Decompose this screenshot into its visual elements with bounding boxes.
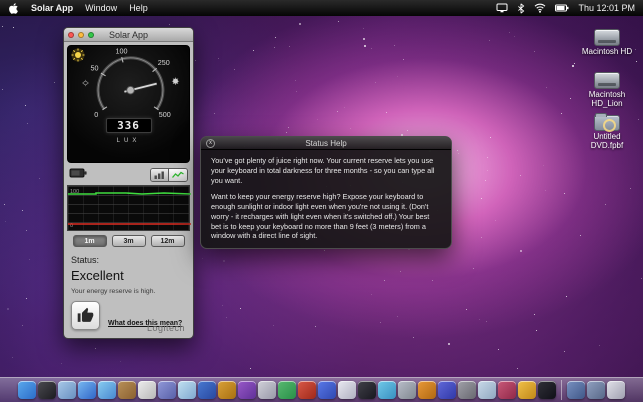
- time-range-buttons: 1m 3m 12m: [64, 235, 193, 247]
- lux-readout: 336: [106, 118, 152, 133]
- dock-icon-app-27[interactable]: [538, 381, 556, 399]
- bright-sun-icon: [172, 78, 179, 85]
- dock-icon-app-9[interactable]: [178, 381, 196, 399]
- desktop-icon-label: Untitled DVD.fpbf: [578, 133, 636, 151]
- dock-icon-dashboard[interactable]: [38, 381, 56, 399]
- display-icon[interactable]: [496, 3, 508, 13]
- dock-icon-app-12[interactable]: [238, 381, 256, 399]
- gauge-tick-100: 100: [116, 47, 128, 55]
- bluetooth-icon[interactable]: [517, 3, 525, 14]
- solar-app-window: Solar App 0 50 100: [63, 27, 194, 339]
- dock-icon-app-3[interactable]: [58, 381, 76, 399]
- help-paragraph-2: Want to keep your energy reserve high? E…: [211, 192, 441, 241]
- dock-icon-app-6[interactable]: [118, 381, 136, 399]
- bar-chart-button[interactable]: [151, 169, 169, 181]
- dock-icon-app-13[interactable]: [258, 381, 276, 399]
- thumbs-up-icon: [71, 301, 100, 330]
- dock-icon-app-21[interactable]: [418, 381, 436, 399]
- lux-unit-label: LUX: [68, 138, 189, 144]
- lux-gauge-panel: 0 50 100 250 500 336 LUX: [67, 45, 190, 163]
- dock-icon-app-23[interactable]: [458, 381, 476, 399]
- range-12m-button[interactable]: 12m: [151, 235, 185, 247]
- status-help-title: Status Help: [201, 139, 451, 148]
- dock-icon-app-7[interactable]: [138, 381, 156, 399]
- history-graph: 100 0: [67, 185, 190, 231]
- gauge-tick-500: 500: [159, 110, 171, 119]
- dock-icon-app-8[interactable]: [158, 381, 176, 399]
- keyboard-battery-icon: [69, 166, 89, 184]
- dock-icon-app-26[interactable]: [518, 381, 536, 399]
- burn-folder-icon: [594, 115, 620, 131]
- logitech-logo: Logitech: [147, 323, 185, 333]
- desktop-icon-untitled-dvd[interactable]: Untitled DVD.fpbf: [578, 113, 636, 151]
- dock-icon-app-5[interactable]: [98, 381, 116, 399]
- window-title: Solar App: [64, 30, 193, 40]
- gauge-tick-50: 50: [91, 63, 99, 72]
- dock-icon-app-16[interactable]: [318, 381, 336, 399]
- dock-icon-row: [18, 380, 625, 400]
- dock-icon-app-19[interactable]: [378, 381, 396, 399]
- dock-icon-app-17[interactable]: [338, 381, 356, 399]
- dock-icon-documents-stack[interactable]: [587, 381, 605, 399]
- menu-window[interactable]: Window: [85, 3, 117, 13]
- hard-drive-icon: [594, 72, 620, 89]
- desktop-icon-label: Macintosh HD: [578, 48, 636, 57]
- dock-separator: [561, 380, 562, 400]
- line-chart-button[interactable]: [169, 169, 187, 181]
- status-detail: Your energy reserve is high.: [71, 288, 186, 295]
- dock-icon-app-24[interactable]: [478, 381, 496, 399]
- dock-icon-app-14[interactable]: [278, 381, 296, 399]
- battery-icon[interactable]: [555, 4, 569, 12]
- menu-bar: Solar App Window Help Thu 12:01 PM: [0, 0, 643, 16]
- desktop-icon-macintosh-hd[interactable]: Macintosh HD: [578, 29, 636, 57]
- dock: [0, 377, 643, 402]
- menu-help[interactable]: Help: [129, 3, 148, 13]
- status-help-body: You've got plenty of juice right now. Yo…: [201, 150, 451, 247]
- apple-menu-icon[interactable]: [8, 3, 19, 14]
- dock-icon-app-25[interactable]: [498, 381, 516, 399]
- gauge-tick-250: 250: [158, 58, 170, 67]
- wifi-icon[interactable]: [534, 3, 546, 13]
- hard-drive-icon: [594, 29, 620, 46]
- dim-sun-icon: [82, 80, 88, 86]
- dock-icon-app-20[interactable]: [398, 381, 416, 399]
- gauge-tick-0: 0: [94, 110, 98, 119]
- range-1m-button[interactable]: 1m: [73, 235, 107, 247]
- dock-icon-downloads-stack[interactable]: [567, 381, 585, 399]
- desktop: Solar App Window Help Thu 12:01 PM Macin…: [0, 0, 643, 402]
- status-help-window: x Status Help You've got plenty of juice…: [200, 136, 452, 249]
- dock-icon-app-22[interactable]: [438, 381, 456, 399]
- reserve-line: [68, 193, 191, 194]
- dock-icon-trash[interactable]: [607, 381, 625, 399]
- dock-icon-app-18[interactable]: [358, 381, 376, 399]
- status-help-titlebar[interactable]: x Status Help: [201, 137, 451, 150]
- chart-mode-toggle: [150, 168, 188, 182]
- status-value: Excellent: [71, 268, 186, 283]
- desktop-icon-label: Macintosh HD_Lion: [578, 91, 636, 109]
- menu-solar-app[interactable]: Solar App: [31, 3, 73, 13]
- dock-icon-app-11[interactable]: [218, 381, 236, 399]
- lux-gauge: 0 50 100 250 500: [71, 47, 190, 119]
- dock-icon-app-10[interactable]: [198, 381, 216, 399]
- menu-clock[interactable]: Thu 12:01 PM: [578, 3, 635, 13]
- desktop-icon-macintosh-hd-lion[interactable]: Macintosh HD_Lion: [578, 72, 636, 109]
- dock-icon-app-15[interactable]: [298, 381, 316, 399]
- solar-app-titlebar[interactable]: Solar App: [64, 28, 193, 42]
- help-paragraph-1: You've got plenty of juice right now. Yo…: [211, 156, 441, 185]
- range-3m-button[interactable]: 3m: [112, 235, 146, 247]
- dock-icon-safari[interactable]: [78, 381, 96, 399]
- dock-icon-finder[interactable]: [18, 381, 36, 399]
- status-label: Status:: [71, 255, 186, 265]
